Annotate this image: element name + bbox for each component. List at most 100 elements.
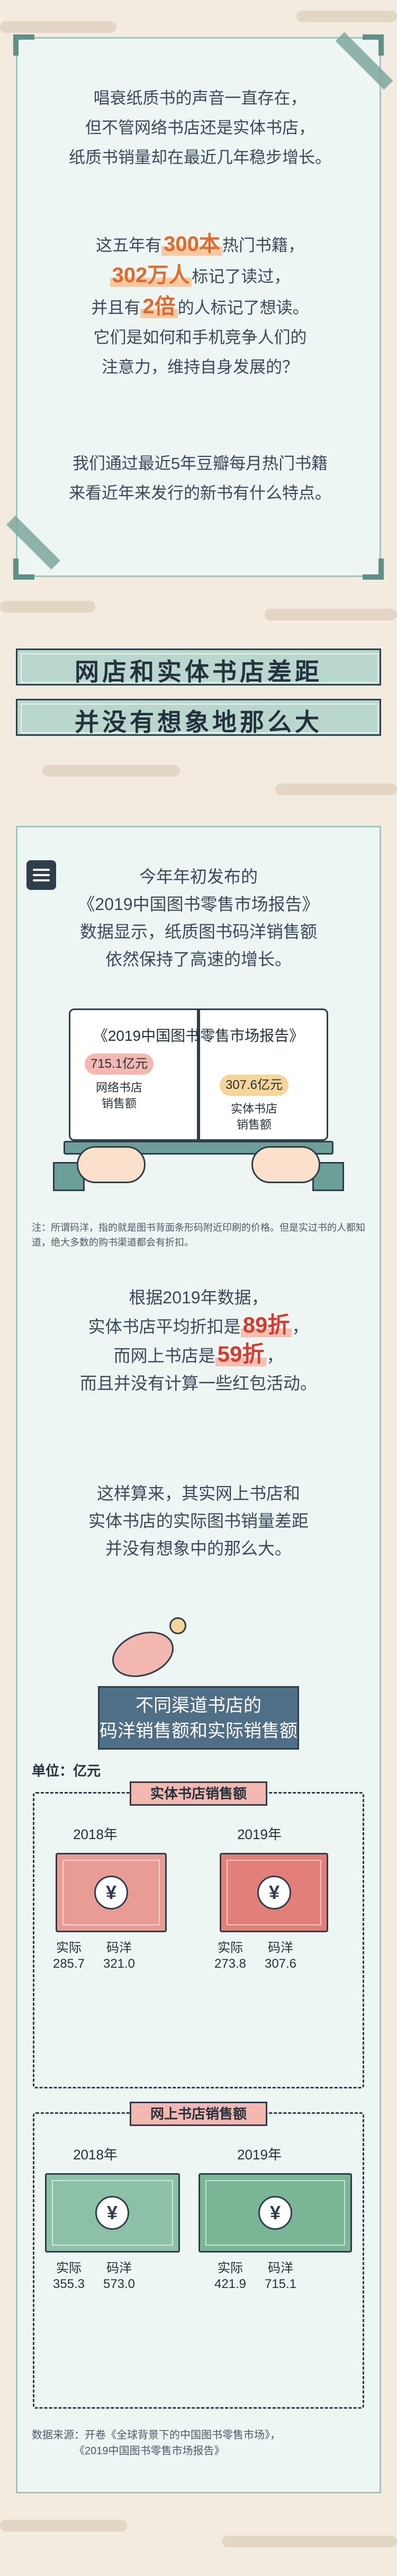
intro-line: 来看近年来发行的新书有什么特点。: [69, 484, 331, 502]
report-line: 依然保持了高速的增长。: [105, 950, 292, 969]
conclusion-line: 并没有想象中的那么大。: [105, 1539, 292, 1558]
section-title-2: 并没有想象地那么大: [16, 699, 381, 736]
book-illustration: 《2019中国图书零售市场报告》 715.1亿元 网络书店 销售额 307.6亿…: [53, 993, 344, 1191]
frame-corner: [13, 34, 34, 56]
value-number: 715.1: [264, 2277, 297, 2291]
cloud-decoration: [265, 609, 397, 620]
yuan-icon: ¥: [94, 1876, 128, 1910]
yuan-icon: ¥: [95, 2196, 129, 2230]
value-cell: 实际 355.3: [42, 2260, 95, 2292]
data-source: 数据来源：开卷《全球背景下的中国图书零售市场》， 《2019中国图书零售市场报告…: [32, 2427, 365, 2459]
highlight-number: 300本: [161, 232, 222, 256]
value-number: 321.0: [103, 1957, 136, 1971]
conclusion-line: 这样算来，其实网上书店和: [96, 1484, 300, 1503]
intro-stat-line: 这五年有 300本 热门书籍，: [17, 229, 383, 260]
intro-line: 但不管网络书店还是实体书店，: [85, 119, 315, 137]
discount-paragraph: 根据2019年数据， 实体书店平均折扣是89折， 而网上书店是59折， 而且并没…: [16, 1284, 381, 1397]
value-label: 码洋: [106, 2261, 132, 2275]
source-line: 数据来源：开卷《全球背景下的中国图书零售市场》，: [32, 2429, 281, 2441]
label-line: 网络书店: [95, 1081, 142, 1094]
value-label: 实际: [218, 2261, 243, 2275]
value-number: 285.7: [52, 1957, 85, 1971]
value-cell: 码洋 321.0: [93, 1940, 146, 1972]
text: 并且有: [91, 299, 141, 317]
text: ，: [292, 1317, 309, 1336]
coin-icon: [169, 1617, 186, 1634]
intro-line: 注意力，维持自身发展的？: [102, 358, 299, 376]
offline-discount: 89折: [240, 1312, 292, 1337]
value-label: 码洋: [268, 1941, 293, 1955]
report-line: 《2019中国图书零售市场报告》: [78, 895, 319, 914]
section-title-text: 并没有想象地那么大: [75, 708, 322, 736]
highlight-number: 302万人: [110, 264, 192, 287]
online-group-label: 网上书店销售额: [130, 2102, 267, 2126]
value-label: 实际: [218, 1941, 243, 1955]
value-number: 273.8: [214, 1957, 247, 1971]
source-line: 《2019中国图书零售市场报告》: [74, 2445, 225, 2457]
intro-stat-line: 并且有 2倍 的人标记了想读。: [17, 292, 383, 323]
text: 的人标记了想读。: [177, 299, 309, 317]
section-title-text: 网店和实体书店差距: [75, 658, 322, 686]
banner-line: 不同渠道书店的: [136, 1696, 261, 1716]
value-cell: 码洋 573.0: [93, 2260, 146, 2292]
intro-line: 唱衰纸质书的声音一直存在，: [93, 89, 307, 107]
page: 唱衰纸质书的声音一直存在， 但不管网络书店还是实体书店， 纸质书销量却在最近几年…: [0, 0, 397, 2576]
intro-line: 纸质书销量却在最近几年稳步增长。: [69, 148, 331, 167]
banknote-offline-2018: ¥: [56, 1853, 167, 1932]
banknote-online-2018: ¥: [45, 2173, 180, 2253]
highlight-number: 2倍: [140, 295, 178, 318]
value-label: 码洋: [268, 2261, 293, 2275]
intro-stat-line: 302万人 标记了读过，: [17, 260, 383, 292]
text: 热门书籍，: [222, 236, 304, 255]
text: ，: [266, 1346, 284, 1365]
value-number: 573.0: [103, 2277, 136, 2291]
year-label: 2018年: [73, 2147, 118, 2163]
cloud-decoration: [222, 2536, 397, 2547]
cloud-decoration: [0, 601, 95, 613]
frame-corner: [13, 559, 34, 580]
value-number: 355.3: [52, 2277, 85, 2291]
value-cell: 实际 421.9: [204, 2260, 257, 2292]
year-label: 2019年: [237, 1826, 282, 1842]
cloud-decoration: [296, 11, 397, 22]
intro-paragraph-1: 唱衰纸质书的声音一直存在， 但不管网络书店还是实体书店， 纸质书销量却在最近几年…: [17, 84, 383, 173]
offline-sales-bubble: 307.6亿元: [220, 1075, 288, 1096]
discount-line: 而网上书店是59折，: [16, 1340, 381, 1370]
chart-banner: 不同渠道书店的 码洋销售额和实际销售额: [98, 1686, 299, 1750]
value-cell: 码洋 715.1: [254, 2260, 307, 2292]
intro-line: 它们是如何和手机竞争人们的: [93, 328, 307, 347]
online-sales-bubble: 715.1亿元: [85, 1053, 154, 1075]
discount-line: 实体书店平均折扣是89折，: [16, 1311, 381, 1340]
year-label: 2018年: [73, 1826, 118, 1842]
intro-line: 我们通过最近5年豆瓣每月热门书籍: [72, 454, 328, 473]
hand-right: [251, 1146, 320, 1183]
label-line: 销售额: [236, 1118, 272, 1131]
banknote-offline-2019: ¥: [220, 1853, 328, 1932]
yuan-icon: ¥: [257, 1876, 291, 1910]
offline-group-label: 实体书店销售额: [130, 1781, 267, 1806]
value-number: 421.9: [214, 2277, 247, 2291]
value-cell: 实际 285.7: [42, 1940, 95, 1972]
yuan-icon: ¥: [258, 2196, 292, 2230]
discount-line: 根据2019年数据，: [129, 1288, 268, 1307]
hand-left: [77, 1146, 146, 1183]
cloud-decoration: [0, 21, 116, 33]
cloud-decoration: [0, 2520, 127, 2532]
cloud-decoration: [42, 765, 180, 777]
cloud-decoration: [275, 783, 397, 795]
footnote: 注：所谓码洋，指的就是图书背面条形码附近印刷的价格。但是实过书的人都知道，绝大多…: [32, 1222, 365, 1248]
value-number: 307.6: [264, 1957, 297, 1971]
value-label: 实际: [56, 1941, 82, 1955]
year-label: 2019年: [237, 2147, 282, 2163]
book-title: 《2019中国图书零售市场报告》: [93, 1028, 304, 1044]
report-line: 数据显示，纸质图书码洋销售额: [79, 922, 317, 941]
intro-card: 唱衰纸质书的声音一直存在， 但不管网络书店还是实体书店， 纸质书销量却在最近几年…: [6, 32, 393, 580]
banknote-online-2019: ¥: [198, 2173, 352, 2253]
conclusion-paragraph: 这样算来，其实网上书店和 实体书店的实际图书销量差距 并没有想象中的那么大。: [16, 1480, 381, 1562]
report-line: 今年年初发布的: [139, 867, 258, 886]
text: 标记了读过，: [192, 267, 291, 286]
frame-corner: [363, 559, 384, 580]
label-line: 销售额: [101, 1097, 137, 1110]
intro-paragraph-3: 我们通过最近5年豆瓣每月热门书籍 来看近年来发行的新书有什么特点。: [17, 449, 383, 508]
offline-sales-label: 实体书店 销售额: [212, 1101, 296, 1133]
